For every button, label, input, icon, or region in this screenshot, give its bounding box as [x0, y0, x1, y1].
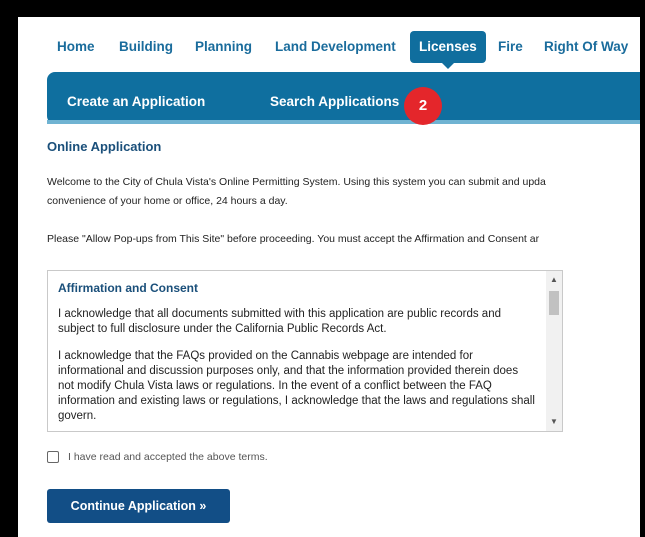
nav-right-of-way[interactable]: Right Of Way [544, 31, 628, 63]
nav-fire[interactable]: Fire [498, 31, 523, 63]
terms-paragraph-2: I acknowledge that the FAQs provided on … [58, 350, 535, 422]
continue-application-button[interactable]: Continue Application » [47, 489, 230, 523]
terms-title: Affirmation and Consent [58, 281, 198, 295]
create-application-link[interactable]: Create an Application [67, 72, 205, 124]
page-frame: Home Building Planning Land Development … [18, 17, 640, 537]
nav-planning[interactable]: Planning [195, 31, 252, 63]
terms-content: Affirmation and Consent I acknowledge th… [58, 281, 536, 431]
scroll-up-arrow-icon[interactable]: ▲ [546, 273, 562, 287]
welcome-text-line1: Welcome to the City of Chula Vista's Onl… [47, 176, 546, 188]
terms-paragraph-1: I acknowledge that all documents submitt… [58, 308, 501, 335]
sub-navigation: Create an Application Search Application… [47, 72, 640, 124]
popups-note: Please "Allow Pop-ups from This Site" be… [47, 233, 540, 245]
scroll-down-arrow-icon[interactable]: ▼ [546, 415, 562, 429]
scrollbar-thumb[interactable] [549, 291, 559, 315]
accept-terms-label[interactable]: I have read and accepted the above terms… [68, 451, 268, 463]
nav-home[interactable]: Home [57, 31, 95, 63]
nav-licenses[interactable]: Licenses [410, 31, 486, 69]
nav-building[interactable]: Building [119, 31, 173, 63]
page-title: Online Application [47, 139, 162, 154]
nav-land-development[interactable]: Land Development [275, 31, 396, 63]
subnav-underline [47, 120, 640, 124]
top-navigation: Home Building Planning Land Development … [18, 31, 640, 69]
search-applications-link[interactable]: Search Applications [270, 72, 399, 124]
step-number-badge: 2 [404, 87, 442, 125]
welcome-text-line2: convenience of your home or office, 24 h… [47, 195, 288, 207]
terms-scroll-box[interactable]: Affirmation and Consent I acknowledge th… [47, 270, 563, 432]
accept-terms-row: I have read and accepted the above terms… [47, 450, 268, 464]
accept-terms-checkbox[interactable] [47, 451, 59, 463]
terms-scrollbar[interactable]: ▲ ▼ [546, 271, 562, 431]
